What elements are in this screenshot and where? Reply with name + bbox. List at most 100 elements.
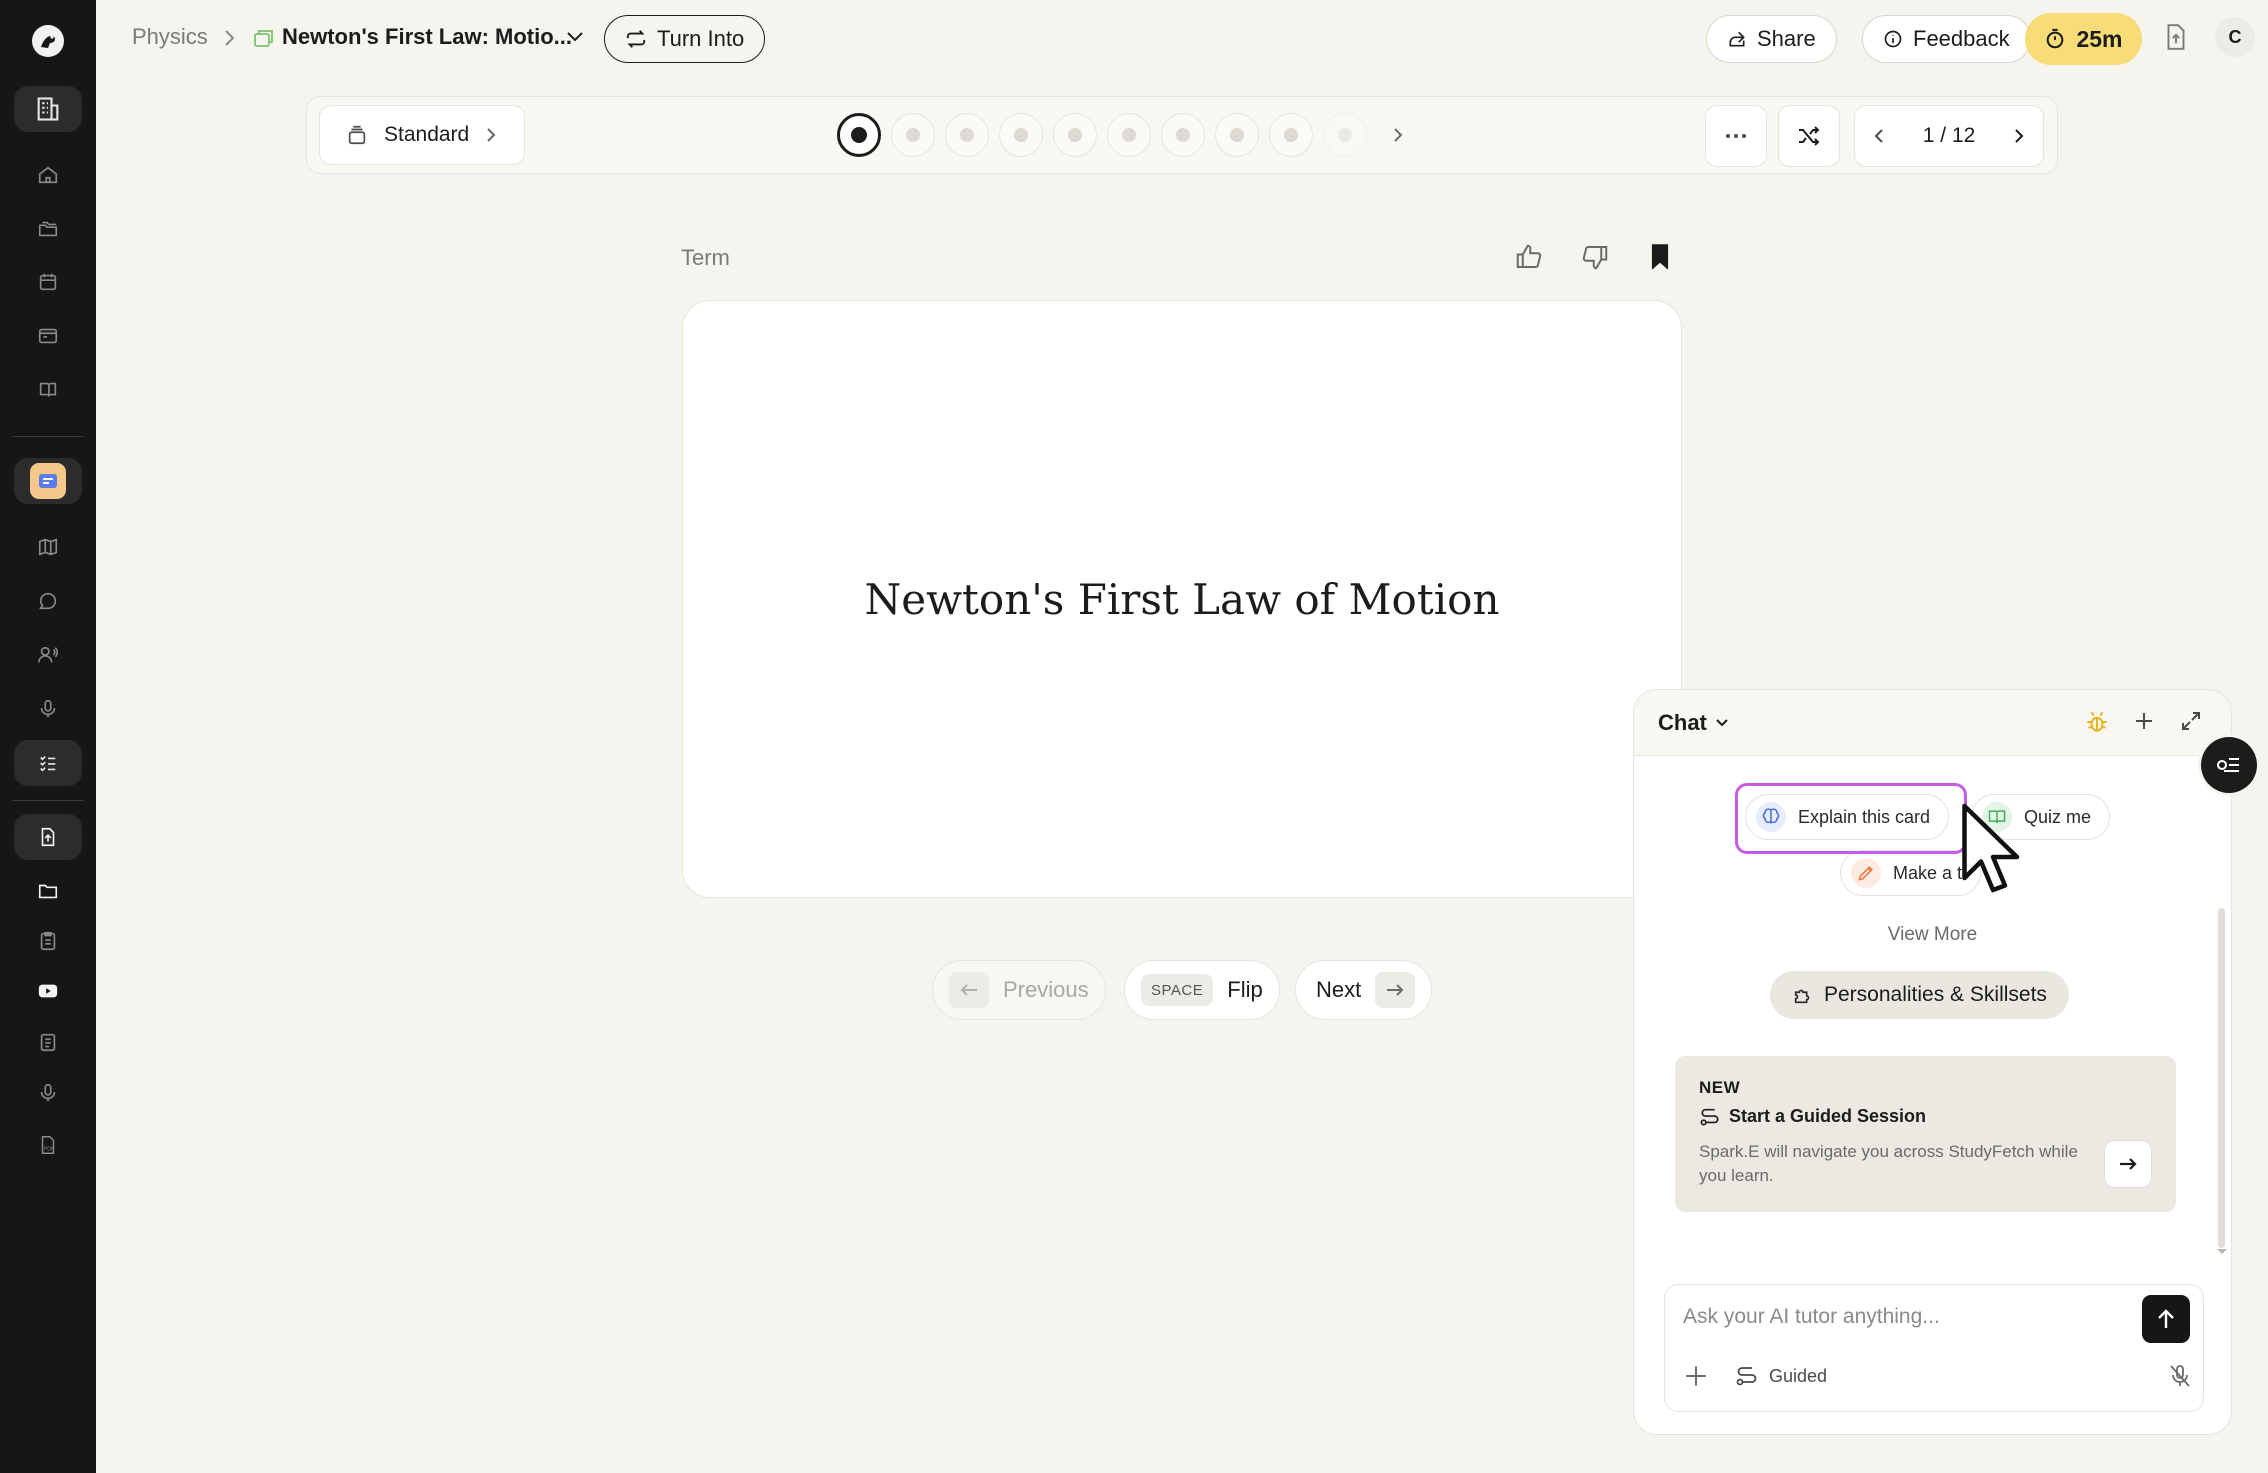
info-icon <box>1883 29 1903 49</box>
new-chat-plus-icon[interactable] <box>2132 709 2156 733</box>
sidebar-item-home[interactable] <box>14 152 82 198</box>
sidebar-item-current-set[interactable] <box>14 458 82 504</box>
sidebar-item-library[interactable] <box>14 206 82 252</box>
chat-input[interactable] <box>1683 1305 2123 1329</box>
sidebar-item-video[interactable] <box>14 968 82 1014</box>
study-timer[interactable]: 25m <box>2025 13 2142 65</box>
breadcrumb-parent[interactable]: Physics <box>132 24 208 50</box>
progress-dot-current[interactable] <box>837 113 881 157</box>
folder-icon <box>37 880 59 902</box>
sidebar-item-tasks[interactable] <box>14 740 82 786</box>
guided-session-card[interactable]: NEW Start a Guided Session Spark.E will … <box>1675 1056 2176 1212</box>
guided-toggle-label: Guided <box>1769 1365 1828 1386</box>
sidebar-item-upload[interactable] <box>14 814 82 860</box>
shuffle-button[interactable] <box>1778 105 1840 167</box>
bookmark-icon[interactable] <box>1648 242 1672 272</box>
start-guided-session-button[interactable] <box>2104 1140 2152 1188</box>
selection-highlight <box>1735 783 1967 854</box>
top-header: Physics Newton's First Law: Motio... Tur… <box>96 0 2268 78</box>
sidebar-item-record[interactable] <box>14 1070 82 1116</box>
turn-into-button[interactable]: Turn Into <box>604 15 766 63</box>
sidebar-item-document[interactable] <box>14 1019 82 1065</box>
chat-mode-dropdown[interactable]: Chat <box>1658 710 1729 736</box>
flashcard[interactable]: Newton's First Law of Motion <box>682 300 1682 898</box>
chevron-down-icon <box>1715 718 1729 728</box>
svg-text:PDF: PDF <box>44 1147 54 1153</box>
expand-icon[interactable] <box>2179 709 2203 733</box>
more-options-button[interactable] <box>1705 105 1767 167</box>
guided-toggle[interactable]: Guided <box>1735 1365 1827 1387</box>
microphone-off-icon[interactable] <box>2168 1363 2192 1389</box>
scroll-down-icon[interactable] <box>2216 1248 2228 1256</box>
progress-dot[interactable] <box>1269 113 1313 157</box>
progress-dot[interactable] <box>1323 113 1367 157</box>
arrow-up-icon <box>2156 1308 2176 1330</box>
chat-input-area: Guided <box>1664 1284 2204 1412</box>
chevron-right-icon <box>485 126 497 144</box>
feedback-label: Feedback <box>1913 26 2010 51</box>
thumbs-down-icon[interactable] <box>1580 242 1610 272</box>
export-file-icon[interactable] <box>2163 22 2189 52</box>
progress-dot[interactable] <box>1161 113 1205 157</box>
chevron-right-icon[interactable] <box>1383 113 1413 157</box>
share-button[interactable]: Share <box>1706 15 1837 63</box>
share-icon <box>1727 29 1747 49</box>
feedback-button[interactable]: Feedback <box>1862 15 2031 63</box>
sidebar-item-map[interactable] <box>14 524 82 570</box>
chat-list-icon <box>2215 753 2243 777</box>
bug-report-icon[interactable] <box>2084 709 2110 735</box>
sidebar-item-pdf[interactable]: PDF <box>14 1122 82 1168</box>
ellipsis-icon <box>1725 133 1747 139</box>
previous-button[interactable]: Previous <box>932 960 1106 1020</box>
sidebar-item-dashboard[interactable] <box>14 86 82 132</box>
chevron-left-icon[interactable] <box>1873 127 1885 145</box>
next-button[interactable]: Next <box>1295 960 1433 1020</box>
window-icon <box>37 325 59 347</box>
flashcard-term: Newton's First Law of Motion <box>864 574 1500 624</box>
study-mode-selector[interactable]: Standard <box>319 105 525 165</box>
personalities-skillsets-button[interactable]: Personalities & Skillsets <box>1770 971 2069 1019</box>
sidebar-item-notebook[interactable] <box>14 367 82 413</box>
arrow-right-icon <box>1375 972 1416 1008</box>
chevron-down-icon[interactable] <box>566 31 584 43</box>
sidebar-item-tutor[interactable] <box>14 632 82 678</box>
share-label: Share <box>1757 26 1816 51</box>
guided-session-description: Spark.E will navigate you across StudyFe… <box>1699 1142 2078 1185</box>
pdf-file-icon: PDF <box>37 1134 59 1156</box>
flashcard-set-icon <box>254 29 274 47</box>
chevron-right-icon[interactable] <box>2013 127 2025 145</box>
progress-dot[interactable] <box>1053 113 1097 157</box>
progress-dot[interactable] <box>945 113 989 157</box>
sidebar-item-calendar[interactable] <box>14 259 82 305</box>
progress-dot[interactable] <box>1107 113 1151 157</box>
book-icon <box>37 379 59 401</box>
sidebar-item-notes[interactable] <box>14 918 82 964</box>
progress-dot[interactable] <box>891 113 935 157</box>
document-icon <box>37 1031 59 1053</box>
sidebar-item-browser[interactable] <box>14 313 82 359</box>
guided-session-title: Start a Guided Session <box>1699 1106 1926 1127</box>
flip-button[interactable]: SPACE Flip <box>1124 960 1280 1020</box>
card-side-label: Term <box>681 245 730 270</box>
chat-toggle-button[interactable] <box>2201 737 2257 793</box>
turn-into-label: Turn Into <box>657 26 745 51</box>
microphone-icon <box>37 1082 59 1104</box>
pager-count: 1 / 12 <box>1922 124 1976 147</box>
sidebar-item-audio[interactable] <box>14 686 82 732</box>
thumbs-up-icon[interactable] <box>1514 242 1544 272</box>
view-more-link[interactable]: View More <box>1634 924 2231 946</box>
studyfetch-logo-icon[interactable] <box>24 18 72 64</box>
user-avatar[interactable]: C <box>2215 17 2255 57</box>
sidebar: PDF <box>0 0 96 1473</box>
sidebar-item-chat[interactable] <box>14 578 82 624</box>
progress-dot[interactable] <box>999 113 1043 157</box>
progress-dot[interactable] <box>1215 113 1259 157</box>
chat-scrollbar[interactable] <box>2218 908 2225 1248</box>
send-button[interactable] <box>2142 1295 2190 1343</box>
timer-value: 25m <box>2076 25 2123 52</box>
guided-session-title-text: Start a Guided Session <box>1729 1106 1927 1126</box>
sidebar-item-folder[interactable] <box>14 868 82 914</box>
attach-plus-icon[interactable] <box>1683 1363 1709 1389</box>
flashcard-app-icon <box>30 463 66 499</box>
set-title-dropdown[interactable]: Newton's First Law: Motio... <box>282 24 572 50</box>
